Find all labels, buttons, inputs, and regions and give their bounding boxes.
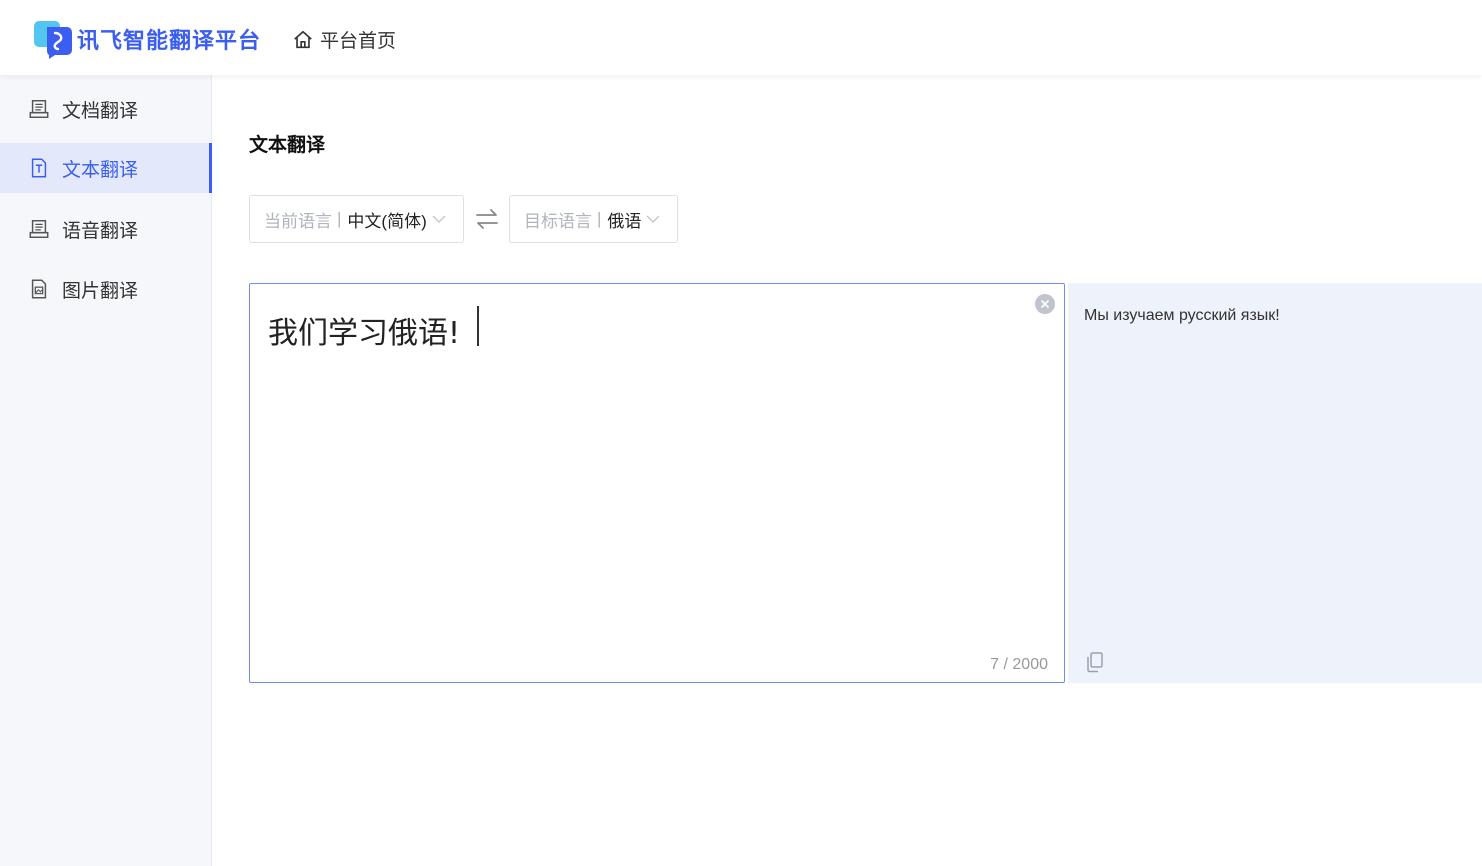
divider: | bbox=[597, 209, 602, 228]
voice-icon bbox=[29, 220, 49, 238]
swap-languages-icon[interactable] bbox=[474, 206, 500, 232]
close-icon bbox=[1041, 300, 1049, 308]
source-text-area[interactable]: 我们学习俄语! 7 / 2000 bbox=[249, 283, 1065, 683]
main-content: 文本翻译 当前语言 | 中文(简体) 目标语言 | 俄语 我们学习俄语! 7 /… bbox=[212, 75, 1482, 866]
brand-logo[interactable]: 讯飞智能翻译平台 bbox=[33, 19, 261, 59]
home-icon bbox=[294, 30, 312, 48]
target-language-select[interactable]: 目标语言 | 俄语 bbox=[509, 195, 678, 243]
chevron-down-icon bbox=[432, 215, 446, 223]
source-language-label: 当前语言 bbox=[264, 211, 332, 231]
home-link[interactable]: 平台首页 bbox=[292, 26, 396, 53]
translation-text: Мы изучаем русский язык! bbox=[1084, 307, 1280, 324]
clear-text-button[interactable] bbox=[1035, 294, 1055, 314]
chevron-down-icon bbox=[646, 215, 660, 223]
document-icon bbox=[29, 100, 49, 118]
brand-name: 讯飞智能翻译平台 bbox=[77, 28, 262, 53]
character-counter: 7 / 2000 bbox=[990, 656, 1048, 673]
target-language-value: 俄语 bbox=[607, 211, 642, 231]
source-language-value: 中文(简体) bbox=[347, 211, 427, 231]
source-text[interactable]: 我们学习俄语! bbox=[268, 308, 460, 352]
page-title: 文本翻译 bbox=[249, 135, 326, 156]
copy-icon[interactable] bbox=[1085, 651, 1105, 673]
sidebar: 文档翻译 文本翻译 语音翻译 图片翻译 bbox=[0, 75, 212, 866]
home-link-label: 平台首页 bbox=[320, 31, 397, 52]
sidebar-item-text-translation[interactable]: 文本翻译 bbox=[0, 143, 212, 193]
sidebar-item-voice-translation[interactable]: 语音翻译 bbox=[0, 204, 212, 254]
sidebar-item-label: 语音翻译 bbox=[62, 220, 139, 242]
translation-result-panel: Мы изучаем русский язык! bbox=[1068, 283, 1482, 683]
sidebar-item-label: 图片翻译 bbox=[62, 280, 139, 302]
image-icon bbox=[31, 279, 47, 299]
text-cursor bbox=[477, 306, 479, 346]
sidebar-item-label: 文档翻译 bbox=[62, 100, 139, 122]
target-language-label: 目标语言 bbox=[524, 211, 592, 231]
sidebar-item-document-translation[interactable]: 文档翻译 bbox=[0, 84, 212, 134]
sidebar-item-image-translation[interactable]: 图片翻译 bbox=[0, 264, 212, 314]
brand-logo-icon bbox=[34, 21, 72, 59]
divider: | bbox=[337, 209, 342, 228]
sidebar-item-label: 文本翻译 bbox=[62, 159, 139, 181]
source-language-select[interactable]: 当前语言 | 中文(简体) bbox=[249, 195, 464, 243]
top-bar: 讯飞智能翻译平台 平台首页 bbox=[0, 0, 1482, 75]
text-doc-icon bbox=[31, 158, 47, 178]
